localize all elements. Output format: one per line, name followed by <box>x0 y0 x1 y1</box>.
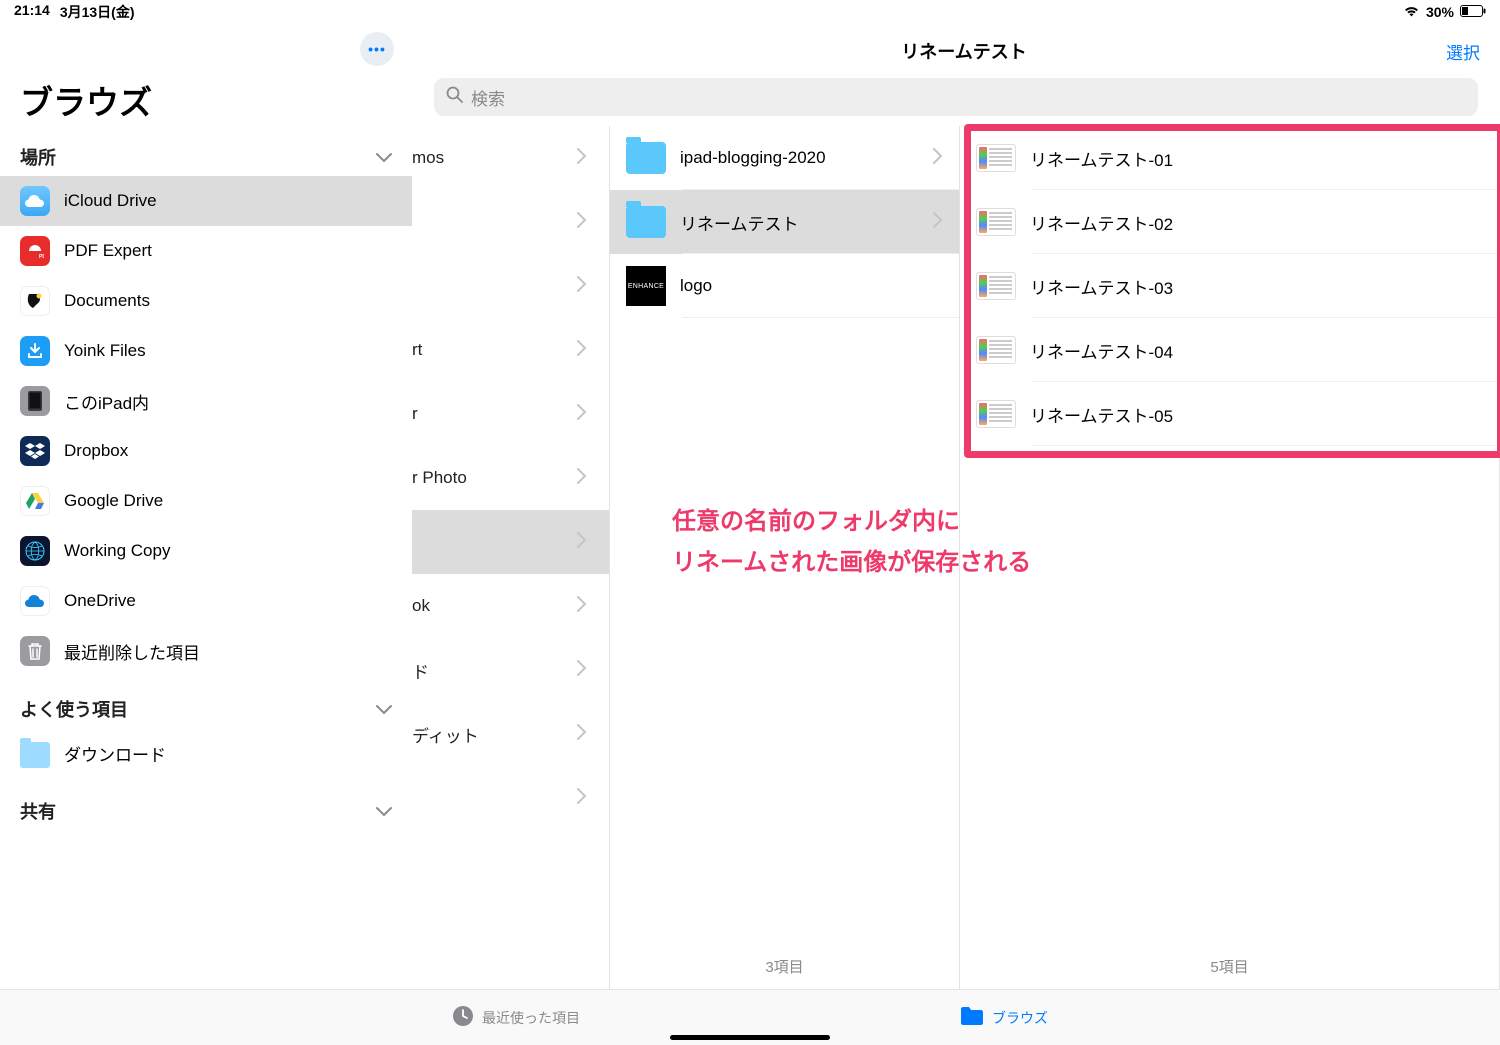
gdrive-icon <box>20 486 50 516</box>
chevron-right-icon <box>576 276 587 297</box>
chevron-right-icon <box>576 660 587 681</box>
onedrive-icon <box>20 586 50 616</box>
chevron-down-icon <box>376 699 392 720</box>
more-button[interactable]: ••• <box>360 32 394 66</box>
list-item[interactable] <box>412 766 609 830</box>
status-time: 21:14 <box>14 2 50 22</box>
sidebar-item-gdrive[interactable]: Google Drive <box>0 476 412 526</box>
list-item[interactable]: ok <box>412 574 609 638</box>
battery-pct: 30% <box>1426 4 1454 20</box>
home-indicator[interactable] <box>670 1035 830 1040</box>
folder-icon <box>626 206 666 238</box>
icloud-icon <box>20 186 50 216</box>
sidebar-item-documents[interactable]: Documents <box>0 276 412 326</box>
chevron-down-icon <box>376 147 392 168</box>
list-item[interactable]: mos <box>412 126 609 190</box>
column-footer: 5項目 <box>960 944 1499 989</box>
section-places[interactable]: 場所 <box>0 138 412 176</box>
folder-icon <box>626 142 666 174</box>
wifi-icon <box>1403 4 1420 20</box>
chevron-down-icon <box>376 801 392 822</box>
image-thumbnail <box>976 336 1016 364</box>
list-item[interactable] <box>412 510 609 574</box>
image-thumbnail <box>976 208 1016 236</box>
folder-row[interactable]: リネームテスト <box>610 190 959 254</box>
page-title: リネームテスト <box>482 38 1446 64</box>
chevron-right-icon <box>576 148 587 169</box>
documents-icon <box>20 286 50 316</box>
file-row[interactable]: リネームテスト-04 <box>960 318 1499 382</box>
list-item[interactable]: ド <box>412 638 609 702</box>
chevron-right-icon <box>576 468 587 489</box>
list-item[interactable]: r <box>412 382 609 446</box>
folder-icon <box>20 738 50 768</box>
tab-browse[interactable]: ブラウズ <box>960 1006 1048 1029</box>
sidebar-item-icloud[interactable]: iCloud Drive <box>0 176 412 226</box>
file-row[interactable]: リネームテスト-03 <box>960 254 1499 318</box>
yoink-icon <box>20 336 50 366</box>
header: リネームテスト 選択 <box>412 24 1500 78</box>
list-item[interactable]: ディット <box>412 702 609 766</box>
sidebar-title: ブラウズ <box>0 70 412 138</box>
image-thumbnail: ENHANCE <box>626 266 666 306</box>
select-button[interactable]: 選択 <box>1446 39 1480 64</box>
column-1: mos rt r r Photo ok ド ディット <box>412 126 610 989</box>
file-row[interactable]: リネームテスト-01 <box>960 126 1499 190</box>
folder-icon <box>960 1006 984 1029</box>
status-bar: 21:14 3月13日(金) 30% <box>0 0 1500 24</box>
workingcopy-icon <box>20 536 50 566</box>
browse-sidebar: ••• ブラウズ 場所 iCloud Drive PDF PDF Expert … <box>0 24 412 989</box>
sidebar-item-yoink[interactable]: Yoink Files <box>0 326 412 376</box>
chevron-right-icon <box>576 340 587 361</box>
list-item[interactable]: rt <box>412 318 609 382</box>
search-icon <box>446 86 463 108</box>
chevron-right-icon <box>576 596 587 617</box>
section-shared[interactable]: 共有 <box>0 792 412 830</box>
dropbox-icon <box>20 436 50 466</box>
sidebar-item-dropbox[interactable]: Dropbox <box>0 426 412 476</box>
svg-text:PDF: PDF <box>39 254 44 260</box>
sidebar-item-trash[interactable]: 最近削除した項目 <box>0 626 412 676</box>
chevron-right-icon <box>932 212 943 233</box>
chevron-right-icon <box>576 788 587 809</box>
search-input[interactable]: 検索 <box>434 78 1478 116</box>
sidebar-item-downloads[interactable]: ダウンロード <box>0 728 412 778</box>
ipad-icon <box>20 386 50 416</box>
image-thumbnail <box>976 144 1016 172</box>
chevron-right-icon <box>576 404 587 425</box>
sidebar-item-onedrive[interactable]: OneDrive <box>0 576 412 626</box>
sidebar-item-workingcopy[interactable]: Working Copy <box>0 526 412 576</box>
list-item[interactable] <box>412 190 609 254</box>
status-date: 3月13日(金) <box>60 2 135 22</box>
sidebar-item-pdfexpert[interactable]: PDF PDF Expert <box>0 226 412 276</box>
list-item[interactable]: r Photo <box>412 446 609 510</box>
tab-recent[interactable]: 最近使った項目 <box>452 1005 580 1030</box>
trash-icon <box>20 636 50 666</box>
folder-row[interactable]: ipad-blogging-2020 <box>610 126 959 190</box>
annotation-text: 任意の名前のフォルダ内に リネームされた画像が保存される <box>672 502 1031 584</box>
column-footer: 3項目 <box>610 944 959 989</box>
search-placeholder: 検索 <box>471 85 505 110</box>
sidebar-item-ipad[interactable]: このiPad内 <box>0 376 412 426</box>
chevron-right-icon <box>576 532 587 553</box>
clock-icon <box>452 1005 474 1030</box>
chevron-right-icon <box>576 724 587 745</box>
column-3: リネームテスト-01 リネームテスト-02 リネームテスト-03 リネームテスト… <box>960 126 1500 989</box>
battery-icon <box>1460 4 1486 20</box>
file-row[interactable]: リネームテスト-05 <box>960 382 1499 446</box>
chevron-right-icon <box>576 212 587 233</box>
file-row[interactable]: リネームテスト-02 <box>960 190 1499 254</box>
image-thumbnail <box>976 400 1016 428</box>
list-item[interactable] <box>412 254 609 318</box>
chevron-right-icon <box>932 148 943 169</box>
pdfexpert-icon: PDF <box>20 236 50 266</box>
section-favorites[interactable]: よく使う項目 <box>0 690 412 728</box>
file-row[interactable]: ENHANCE logo <box>610 254 959 318</box>
image-thumbnail <box>976 272 1016 300</box>
